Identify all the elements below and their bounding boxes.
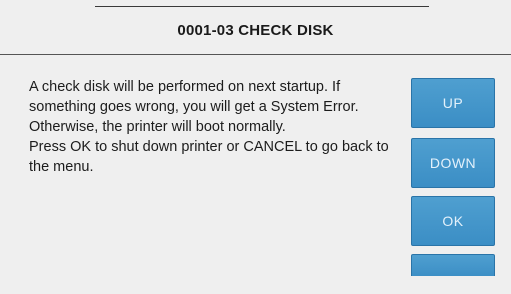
partially-hidden-button[interactable] [411,254,495,278]
header-divider [0,54,511,55]
ok-button[interactable]: OK [411,196,495,246]
dialog-header: 0001-03 CHECK DISK [0,8,511,52]
message-line: the menu. [29,159,94,175]
top-strip [95,0,429,7]
message-line: Otherwise, the printer will boot normall… [29,119,286,135]
message-line: A check disk will be performed on next s… [29,79,341,95]
dialog-title: 0001-03 CHECK DISK [177,21,334,39]
up-button[interactable]: UP [411,78,495,128]
down-button[interactable]: DOWN [411,138,495,188]
message-line: Press OK to shut down printer or CANCEL … [29,139,389,155]
bottom-band [0,276,511,294]
message-line: something goes wrong, you will get a Sys… [29,99,359,115]
dialog-screen: 0001-03 CHECK DISK A check disk will be … [0,0,511,294]
dialog-message: A check disk will be performed on next s… [29,77,407,177]
